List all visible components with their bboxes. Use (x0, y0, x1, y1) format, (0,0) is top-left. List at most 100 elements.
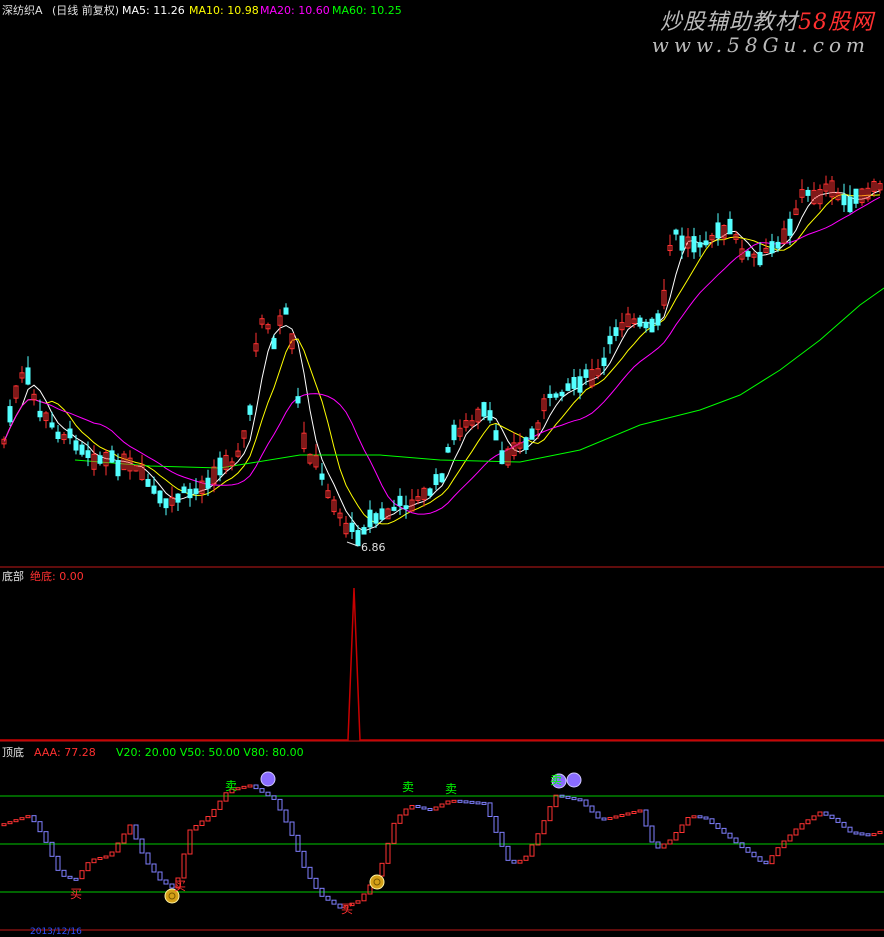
candle-body (847, 196, 853, 213)
oscillator-step (247, 784, 253, 788)
oscillator-step (595, 811, 601, 819)
buy-mark: 买 (174, 879, 187, 893)
oscillator-step (253, 784, 259, 790)
candle-body (547, 393, 553, 399)
candle-body (367, 509, 373, 528)
candle-body (55, 431, 61, 439)
oscillator-step (565, 795, 571, 799)
oscillator-step (85, 862, 91, 872)
candle-body (499, 450, 505, 465)
oscillator-step (97, 857, 103, 860)
candle-body (553, 393, 559, 398)
ma20-line (3, 196, 881, 515)
oscillator-step (799, 823, 805, 830)
oscillator-step (511, 859, 517, 864)
oscillator-step (313, 877, 319, 889)
candle-body (673, 229, 679, 235)
oscillator-step (835, 817, 841, 823)
candle-body (25, 367, 31, 385)
candle-body (655, 313, 661, 326)
oscillator-step (643, 809, 649, 827)
candle-body (607, 335, 613, 345)
oscillator-step (409, 805, 415, 810)
oscillator-step (163, 879, 169, 885)
sell-mark: 卖 (445, 782, 458, 796)
face-icon (260, 771, 276, 787)
oscillator-step (457, 799, 463, 803)
oscillator-step (589, 805, 595, 813)
oscillator-step (127, 824, 133, 835)
oscillator-step (397, 814, 403, 824)
oscillator-step (577, 798, 583, 802)
oscillator-step (199, 820, 205, 826)
oscillator-step (217, 800, 223, 810)
candle-body (157, 490, 163, 504)
low-price-label: 6.86 (361, 541, 386, 554)
candlestick-series (1, 175, 883, 547)
oscillator-step (121, 833, 127, 844)
candle-body (679, 235, 685, 251)
stock-chart-canvas[interactable] (0, 0, 884, 936)
oscillator-step (661, 843, 667, 849)
oscillator-step (733, 837, 739, 844)
oscillator-step (865, 833, 871, 837)
oscillator-step (583, 799, 589, 807)
oscillator-step (745, 847, 751, 853)
candle-body (283, 307, 289, 315)
oscillator-step (427, 808, 433, 811)
oscillator-step (139, 838, 145, 854)
oscillator-step (187, 829, 193, 855)
oscillator-step (241, 785, 247, 789)
candle-body (175, 493, 181, 503)
oscillator-step (19, 817, 25, 821)
oscillator-step (385, 842, 391, 864)
oscillator-step (403, 808, 409, 816)
sell-mark: 卖 (402, 780, 415, 794)
oscillator-step (805, 819, 811, 825)
candle-body (805, 189, 811, 196)
oscillator-step (379, 862, 385, 877)
face-icon (566, 772, 582, 788)
ma5-value: MA5: 11.26 (122, 4, 185, 17)
candle-body (853, 188, 859, 204)
candle-body (79, 444, 85, 455)
candle-body (559, 391, 565, 397)
candle-body (181, 486, 187, 494)
oscillator-step (673, 832, 679, 841)
oscillator-step (547, 806, 553, 822)
oscillator-step (613, 815, 619, 819)
candle-body (187, 488, 193, 499)
candle-body (565, 383, 571, 391)
oscillator-step (73, 877, 79, 881)
sell-mark: 卖 (225, 779, 238, 793)
oscillator-step (265, 791, 271, 797)
coin-icon (369, 874, 385, 890)
oscillator-step (439, 803, 445, 808)
oscillator-step (649, 825, 655, 843)
oscillator-step (751, 851, 757, 858)
oscillator-step (823, 811, 829, 816)
candle-body (403, 505, 409, 510)
oscillator-step (763, 860, 769, 865)
candle-body (769, 241, 775, 254)
oscillator-step (721, 827, 727, 834)
oscillator-step (757, 856, 763, 862)
candle-body (373, 513, 379, 524)
oscillator-step (67, 875, 73, 879)
oscillator-step (295, 834, 301, 852)
candle-body (397, 495, 403, 506)
period-label: (日线 前复权) (52, 4, 120, 17)
oscillator-step (637, 809, 643, 813)
ma60-value: MA60: 10.25 (332, 4, 402, 17)
oscillator-step (433, 806, 439, 811)
candle-body (49, 422, 55, 428)
candle-body (205, 477, 211, 489)
oscillator-step (61, 869, 67, 877)
candle-body (433, 474, 439, 486)
oscillator-step (355, 900, 361, 904)
candle-body (481, 402, 487, 417)
oscillator-step (619, 814, 625, 817)
candle-body (427, 488, 433, 496)
oscillator-step (697, 815, 703, 819)
candle-body (361, 527, 367, 535)
